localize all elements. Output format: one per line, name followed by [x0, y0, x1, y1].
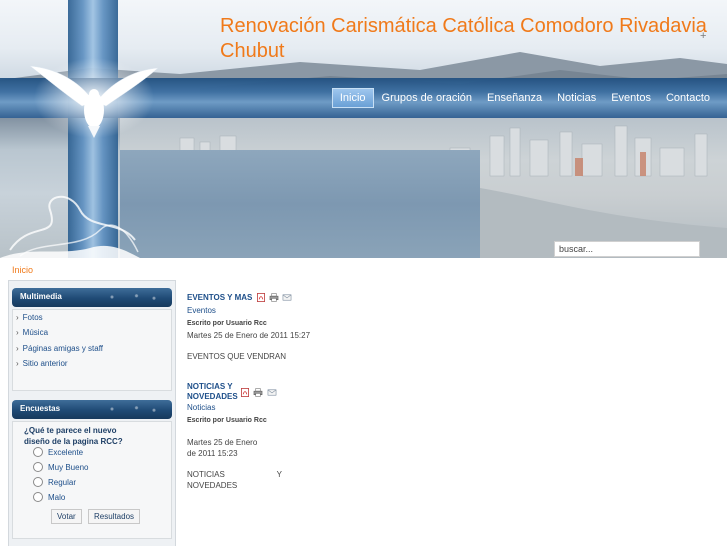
- article-date: Martes 25 de Enero de 2011 15:23: [187, 438, 258, 458]
- radio-button[interactable]: [33, 462, 43, 472]
- poll-module-title: Encuestas: [20, 404, 61, 413]
- bullet-icon: ›: [16, 359, 19, 368]
- poll-module-header: Encuestas: [12, 400, 172, 419]
- article-author: Escrito por Usuario Rcc: [187, 320, 267, 327]
- menu-item-fotos[interactable]: › Fotos: [16, 313, 43, 322]
- nav-item-eventos[interactable]: Eventos: [604, 89, 658, 107]
- decorative-mark: +: [700, 30, 707, 42]
- menu-item-label: Sitio anterior: [22, 359, 68, 368]
- menu-item-sitio-anterior[interactable]: › Sitio anterior: [16, 359, 68, 368]
- breadcrumb[interactable]: Inicio: [12, 265, 33, 275]
- bullet-icon: ›: [16, 328, 19, 337]
- menu-item-musica[interactable]: › Música: [16, 328, 48, 337]
- nav-item-ensenanza[interactable]: Enseñanza: [480, 89, 549, 107]
- pdf-icon[interactable]: [240, 388, 250, 397]
- article-body: NOTICIAS Y NOVEDADES: [187, 470, 282, 490]
- nav-item-contacto[interactable]: Contacto: [659, 89, 717, 107]
- radio-button[interactable]: [33, 492, 43, 502]
- nav-item-inicio[interactable]: Inicio: [331, 88, 374, 108]
- article-author: Escrito por Usuario Rcc: [187, 417, 267, 424]
- main-nav: Inicio Grupos de oración Enseñanza Notic…: [331, 88, 717, 108]
- article-date: Martes 25 de Enero de 2011 15:27: [187, 331, 311, 340]
- article-title-eventos[interactable]: EVENTOS Y MAS: [187, 293, 252, 303]
- poll-question: ¿Qué te parece el nuevo diseño de la pag…: [24, 426, 123, 446]
- dove-icon: [29, 58, 159, 138]
- decorative-swirl: [0, 195, 140, 258]
- bullet-icon: ›: [16, 313, 19, 322]
- menu-item-label: Música: [22, 328, 49, 337]
- radio-button[interactable]: [33, 477, 43, 487]
- poll-option-label: Regular: [48, 477, 77, 487]
- article-body: EVENTOS QUE VENDRAN: [187, 352, 286, 361]
- menu-item-paginas-amigas[interactable]: › Páginas amigas y staff: [16, 344, 103, 353]
- nav-item-noticias[interactable]: Noticias: [550, 89, 603, 107]
- multimedia-module-title: Multimedia: [20, 292, 62, 301]
- radio-button[interactable]: [33, 447, 43, 457]
- poll-option-muy-bueno[interactable]: Muy Bueno: [33, 462, 88, 472]
- nav-item-grupos-de-oracion[interactable]: Grupos de oración: [375, 89, 480, 107]
- bullet-icon: ›: [16, 344, 19, 353]
- menu-item-label: Fotos: [22, 313, 43, 322]
- email-icon[interactable]: [282, 293, 292, 302]
- email-icon[interactable]: [267, 388, 277, 397]
- results-button[interactable]: Resultados: [88, 509, 141, 524]
- poll-option-excelente[interactable]: Excelente: [33, 447, 83, 457]
- article-title-noticias[interactable]: NOTICIAS Y NOVEDADES: [187, 382, 242, 402]
- site-header: Renovación Carismática Católica Comodoro…: [0, 0, 727, 258]
- print-icon[interactable]: [253, 388, 263, 397]
- header-sparkle: [98, 403, 168, 415]
- vote-button[interactable]: Votar: [51, 509, 82, 524]
- article-category[interactable]: Noticias: [187, 403, 215, 412]
- header-sparkle: [98, 291, 168, 303]
- search-input[interactable]: [554, 241, 700, 257]
- poll-option-label: Malo: [48, 492, 66, 502]
- poll-option-label: Muy Bueno: [48, 462, 89, 472]
- poll-option-label: Excelente: [48, 447, 84, 457]
- poll-option-malo[interactable]: Malo: [33, 492, 65, 502]
- menu-item-label: Páginas amigas y staff: [22, 344, 104, 353]
- site-title: Renovación Carismática Católica Comodoro…: [220, 15, 707, 62]
- article-category[interactable]: Eventos: [187, 306, 216, 315]
- multimedia-module-header: Multimedia: [12, 288, 172, 307]
- header-bay: [120, 150, 480, 258]
- poll-option-regular[interactable]: Regular: [33, 477, 76, 487]
- pdf-icon[interactable]: [256, 293, 266, 302]
- print-icon[interactable]: [269, 293, 279, 302]
